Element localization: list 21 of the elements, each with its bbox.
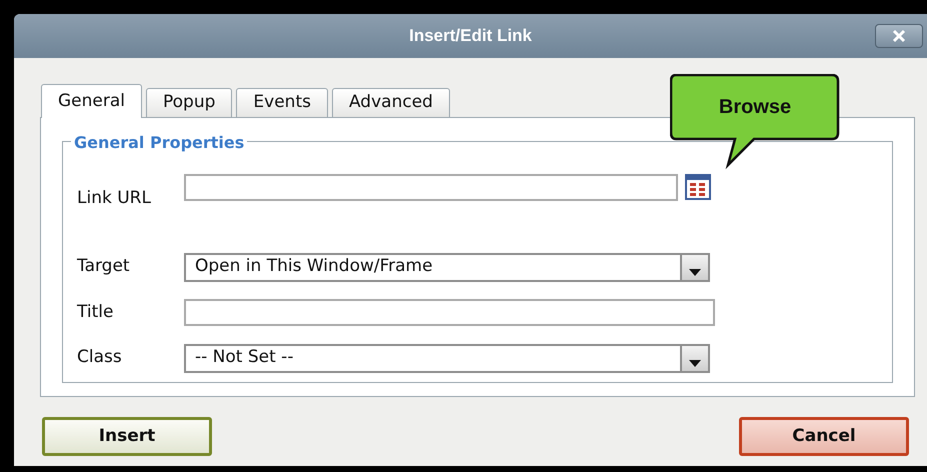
dialog-button[interactable]: Cancel bbox=[739, 417, 909, 456]
close-icon bbox=[892, 29, 906, 43]
dropdown[interactable]: Open in This Window/Frame bbox=[184, 252, 710, 282]
caret-icon bbox=[689, 360, 701, 366]
field-label: Title bbox=[77, 300, 114, 324]
caret-icon bbox=[689, 268, 701, 276]
window-title: Insert/Edit Link bbox=[409, 25, 532, 48]
text-field[interactable] bbox=[184, 174, 678, 201]
browse-icon[interactable] bbox=[685, 174, 711, 200]
field-label: Target bbox=[77, 255, 131, 278]
field-label: Class bbox=[77, 346, 123, 370]
field-label: Link URL bbox=[77, 187, 152, 210]
callout-text: Browse bbox=[718, 95, 792, 120]
tab[interactable]: Popup bbox=[146, 88, 232, 118]
dialog-button[interactable]: Insert bbox=[42, 417, 212, 456]
tab[interactable]: Advanced bbox=[332, 88, 450, 118]
dropdown[interactable]: -- Not Set -- bbox=[184, 344, 710, 372]
text-field[interactable] bbox=[184, 299, 715, 326]
close-button[interactable] bbox=[875, 24, 923, 48]
tab[interactable]: Events bbox=[236, 88, 328, 118]
tab[interactable]: General bbox=[41, 84, 142, 118]
